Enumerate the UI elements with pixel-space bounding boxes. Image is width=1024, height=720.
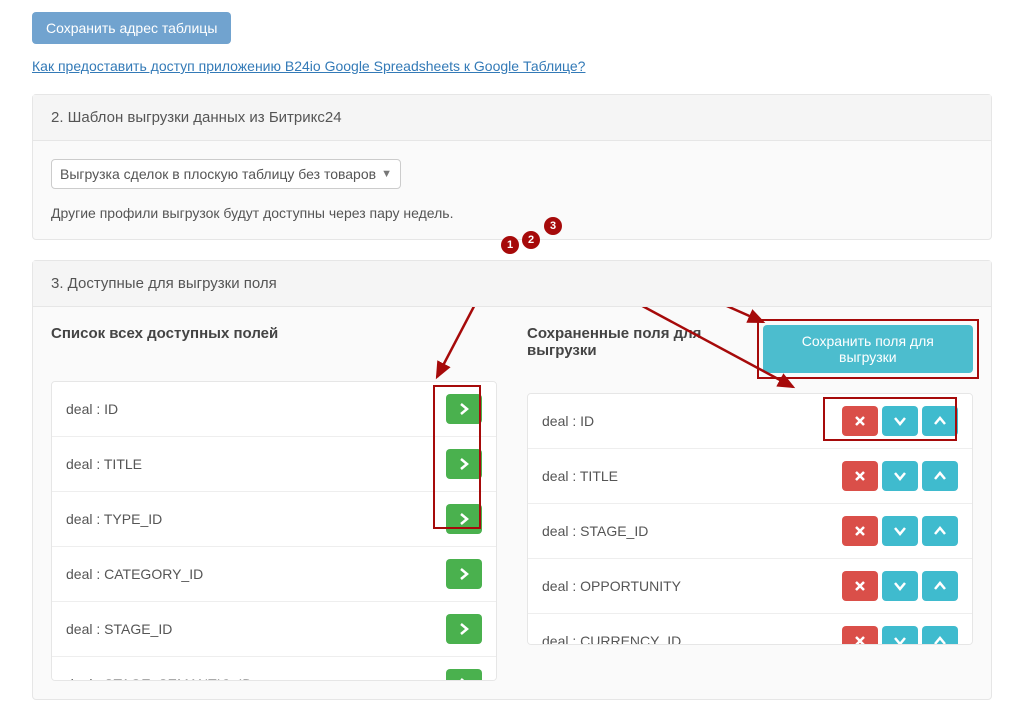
list-item: deal : ID — [528, 394, 972, 449]
chevron-down-icon: ▼ — [381, 168, 392, 180]
move-up-button[interactable] — [922, 461, 958, 491]
save-table-address-button[interactable]: Сохранить адрес таблицы — [32, 12, 231, 44]
add-field-button[interactable] — [446, 559, 482, 589]
move-up-button[interactable] — [922, 571, 958, 601]
list-item: deal : STAGE_SEMANTIC_ID — [52, 657, 496, 681]
chevron-down-icon — [893, 634, 907, 645]
list-item: deal : ID — [52, 382, 496, 437]
chevron-down-icon — [893, 414, 907, 428]
move-up-button[interactable] — [922, 626, 958, 645]
section-2-title: 2. Шаблон выгрузки данных из Битрикс24 — [33, 95, 991, 141]
annotation-bubble-2: 2 — [522, 231, 540, 249]
saved-fields-title: Сохраненные поля для выгрузки — [527, 325, 763, 359]
export-profile-value: Выгрузка сделок в плоскую таблицу без то… — [60, 166, 376, 182]
list-item: deal : CURRENCY_ID — [528, 614, 972, 645]
section-3-title: 3. Доступные для выгрузки поля — [33, 261, 991, 307]
move-down-button[interactable] — [882, 516, 918, 546]
add-field-button[interactable] — [446, 394, 482, 424]
list-item: deal : TITLE — [52, 437, 496, 492]
field-label: deal : TYPE_ID — [66, 511, 162, 527]
section-template: 2. Шаблон выгрузки данных из Битрикс24 В… — [32, 94, 992, 240]
close-icon — [853, 579, 867, 593]
move-down-button[interactable] — [882, 571, 918, 601]
move-down-button[interactable] — [882, 626, 918, 645]
list-item: deal : TYPE_ID — [52, 492, 496, 547]
chevron-right-icon — [457, 622, 471, 636]
chevron-right-icon — [457, 677, 471, 681]
available-fields-title: Список всех доступных полей — [51, 325, 278, 342]
save-fields-button[interactable]: Сохранить поля для выгрузки — [763, 325, 973, 373]
chevron-right-icon — [457, 567, 471, 581]
field-label: deal : STAGE_ID — [542, 523, 648, 539]
list-item: deal : OPPORTUNITY — [528, 559, 972, 614]
list-item: deal : CATEGORY_ID — [52, 547, 496, 602]
list-item: deal : TITLE — [528, 449, 972, 504]
chevron-down-icon — [893, 469, 907, 483]
chevron-down-icon — [893, 579, 907, 593]
annotation-bubble-3: 3 — [544, 217, 562, 235]
list-item: deal : STAGE_ID — [52, 602, 496, 657]
add-field-button[interactable] — [446, 449, 482, 479]
move-up-button[interactable] — [922, 516, 958, 546]
saved-fields-list: deal : ID deal : TITLE — [527, 393, 973, 645]
available-fields-list: deal : ID deal : TITLE deal : TYPE_ID — [51, 381, 497, 681]
field-label: deal : STAGE_ID — [66, 621, 172, 637]
chevron-right-icon — [457, 512, 471, 526]
profiles-note: Другие профили выгрузок будут доступны ч… — [51, 205, 973, 221]
add-field-button[interactable] — [446, 614, 482, 644]
chevron-right-icon — [457, 402, 471, 416]
annotation-bubble-1: 1 — [501, 236, 519, 254]
move-down-button[interactable] — [882, 406, 918, 436]
field-label: deal : TITLE — [542, 468, 618, 484]
field-label: deal : STAGE_SEMANTIC_ID — [66, 676, 252, 681]
remove-field-button[interactable] — [842, 516, 878, 546]
chevron-down-icon — [893, 524, 907, 538]
list-item: deal : STAGE_ID — [528, 504, 972, 559]
add-field-button[interactable] — [446, 504, 482, 534]
export-profile-select[interactable]: Выгрузка сделок в плоскую таблицу без то… — [51, 159, 401, 189]
remove-field-button[interactable] — [842, 461, 878, 491]
field-label: deal : OPPORTUNITY — [542, 578, 681, 594]
close-icon — [853, 634, 867, 645]
field-label: deal : TITLE — [66, 456, 142, 472]
chevron-up-icon — [933, 469, 947, 483]
remove-field-button[interactable] — [842, 626, 878, 645]
field-label: deal : ID — [66, 401, 118, 417]
field-label: deal : CATEGORY_ID — [66, 566, 203, 582]
close-icon — [853, 414, 867, 428]
close-icon — [853, 469, 867, 483]
field-label: deal : ID — [542, 413, 594, 429]
access-help-link[interactable]: Как предоставить доступ приложению B24io… — [32, 58, 585, 74]
move-up-button[interactable] — [922, 406, 958, 436]
chevron-right-icon — [457, 457, 471, 471]
chevron-up-icon — [933, 634, 947, 645]
remove-field-button[interactable] — [842, 406, 878, 436]
remove-field-button[interactable] — [842, 571, 878, 601]
section-fields: 3. Доступные для выгрузки поля 1 2 3 Сп — [32, 260, 992, 700]
move-down-button[interactable] — [882, 461, 918, 491]
add-field-button[interactable] — [446, 669, 482, 681]
chevron-up-icon — [933, 524, 947, 538]
chevron-up-icon — [933, 579, 947, 593]
field-label: deal : CURRENCY_ID — [542, 633, 681, 645]
chevron-up-icon — [933, 414, 947, 428]
close-icon — [853, 524, 867, 538]
